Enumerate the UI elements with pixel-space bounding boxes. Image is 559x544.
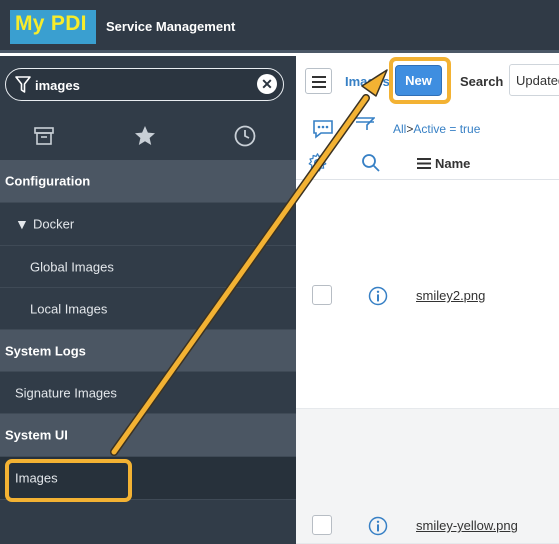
gear-icon[interactable] xyxy=(307,152,328,173)
info-icon[interactable] xyxy=(368,286,388,306)
search-field-select[interactable]: Updated xyxy=(509,64,559,96)
app-title: Service Management xyxy=(106,19,236,34)
breadcrumb: All>Active = true xyxy=(393,122,480,136)
nav-section-system-logs[interactable]: System Logs xyxy=(0,330,296,372)
search-label: Search xyxy=(460,74,504,89)
nav-label: Docker xyxy=(33,216,75,232)
new-button-highlight xyxy=(389,57,451,104)
triangle-down-icon: ▼ xyxy=(15,216,29,232)
nav-section-configuration[interactable]: Configuration xyxy=(0,160,296,203)
nav-section-system-ui[interactable]: System UI xyxy=(0,414,296,457)
nav-label: Signature Images xyxy=(15,385,117,400)
row-name-link[interactable]: smiley2.png xyxy=(416,288,485,303)
nav-item-local-images[interactable]: Local Images xyxy=(0,288,296,330)
nav-label: Configuration xyxy=(5,173,91,189)
clock-icon[interactable] xyxy=(233,124,257,148)
nav-label: Local Images xyxy=(30,301,108,316)
list-menu-button[interactable] xyxy=(305,68,332,94)
star-icon[interactable] xyxy=(133,124,157,148)
nav-module-docker[interactable]: ▼ Docker xyxy=(0,203,296,246)
row-checkbox[interactable] xyxy=(312,285,332,305)
column-header-name[interactable]: Name xyxy=(435,156,470,171)
breadcrumb-all[interactable]: All xyxy=(393,122,406,136)
table-row: smiley-yellow.png xyxy=(296,409,559,544)
nav-label: System Logs xyxy=(5,343,86,358)
row-name-link[interactable]: smiley-yellow.png xyxy=(416,518,518,533)
chat-bubble-icon[interactable] xyxy=(312,119,334,139)
table-row: smiley2.png xyxy=(296,180,559,409)
navigator-filter-input[interactable] xyxy=(35,76,235,94)
filter-icon xyxy=(15,76,31,93)
nav-label: System UI xyxy=(5,427,68,443)
list-panel: Images New Search Updated All>Active = t… xyxy=(296,56,559,544)
breadcrumb-filter[interactable]: Active = true xyxy=(413,122,480,136)
archive-icon[interactable] xyxy=(32,124,56,148)
navigator-tabs xyxy=(0,116,296,156)
clear-filter-button[interactable]: ✕ xyxy=(257,74,277,94)
nav-item-global-images[interactable]: Global Images xyxy=(0,246,296,288)
navigator-filter[interactable]: ✕ xyxy=(5,68,284,101)
info-icon[interactable] xyxy=(368,516,388,536)
list-title: Images xyxy=(345,74,390,89)
column-menu-icon[interactable] xyxy=(417,158,431,169)
images-item-highlight xyxy=(5,459,132,502)
filter-toggle-icon[interactable] xyxy=(355,117,375,131)
nav-item-signature-images[interactable]: Signature Images xyxy=(0,372,296,414)
top-bar: My PDI Service Management xyxy=(0,0,559,53)
nav-label: Global Images xyxy=(30,259,114,274)
row-checkbox[interactable] xyxy=(312,515,332,535)
logo[interactable]: My PDI xyxy=(10,10,96,44)
search-icon[interactable] xyxy=(361,153,381,173)
